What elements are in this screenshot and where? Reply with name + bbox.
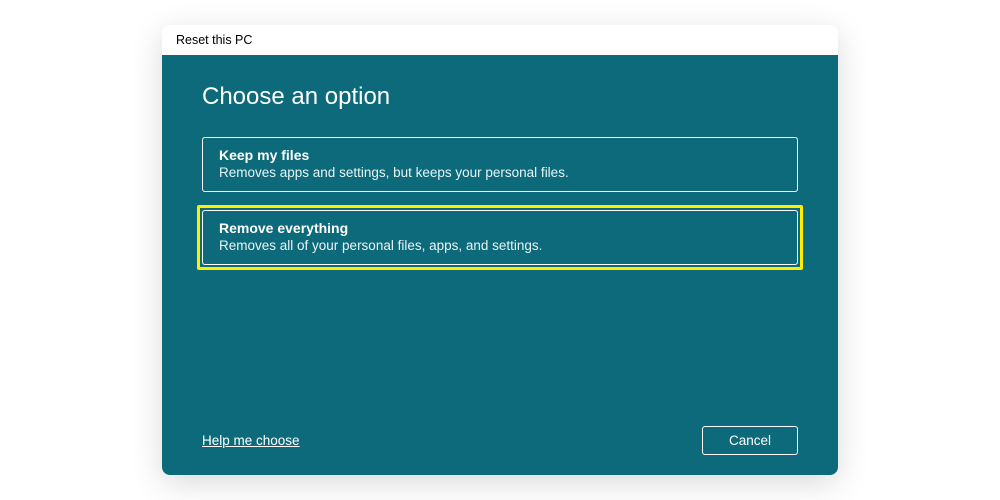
window-title: Reset this PC bbox=[162, 25, 838, 55]
option-description: Removes apps and settings, but keeps you… bbox=[219, 165, 781, 180]
dialog-footer: Help me choose Cancel bbox=[202, 410, 798, 455]
dialog-content: Choose an option Keep my files Removes a… bbox=[162, 55, 838, 475]
remove-everything-option[interactable]: Remove everything Removes all of your pe… bbox=[202, 210, 798, 265]
page-heading: Choose an option bbox=[202, 83, 798, 111]
reset-pc-dialog: Reset this PC Choose an option Keep my f… bbox=[162, 25, 838, 475]
option-description: Removes all of your personal files, apps… bbox=[219, 238, 781, 253]
help-me-choose-link[interactable]: Help me choose bbox=[202, 433, 300, 448]
cancel-button[interactable]: Cancel bbox=[702, 426, 798, 455]
keep-my-files-option[interactable]: Keep my files Removes apps and settings,… bbox=[202, 137, 798, 192]
options-list: Keep my files Removes apps and settings,… bbox=[202, 137, 798, 265]
option-title: Keep my files bbox=[219, 147, 781, 163]
option-title: Remove everything bbox=[219, 220, 781, 236]
